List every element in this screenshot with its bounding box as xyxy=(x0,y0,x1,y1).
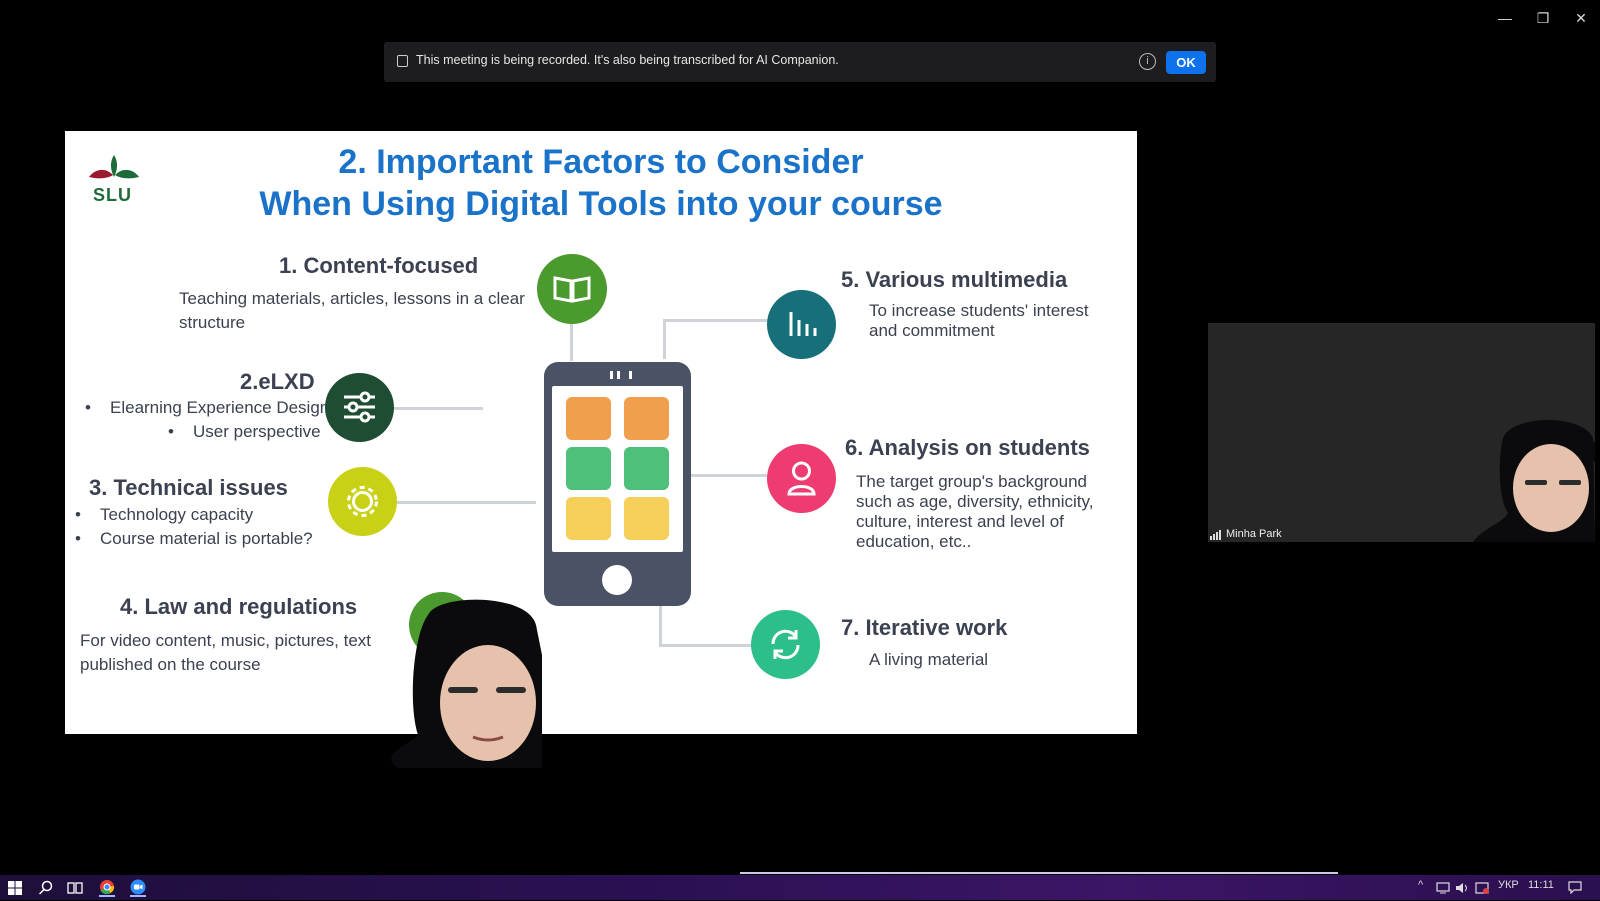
language-indicator[interactable]: УКР xyxy=(1498,879,1519,891)
bar-chart-icon xyxy=(767,290,836,359)
item3-bullet1: Technology capacity xyxy=(100,505,254,524)
copy-icon xyxy=(397,55,408,67)
item6-body: The target group's background such as ag… xyxy=(856,472,1094,551)
item4-body: For video content, music, pictures, text… xyxy=(80,631,372,674)
recording-message: This meeting is being recorded. It's als… xyxy=(416,53,839,67)
tray-chevron-icon[interactable]: ^ xyxy=(1418,879,1423,891)
windows-start-icon[interactable] xyxy=(8,881,22,895)
item7-body: A living material xyxy=(869,650,989,669)
item3-heading: 3. Technical issues xyxy=(89,475,288,500)
info-icon[interactable]: i xyxy=(1139,53,1156,70)
search-icon[interactable] xyxy=(38,880,54,896)
volume-icon[interactable] xyxy=(1455,881,1469,893)
recording-tray-icon[interactable] xyxy=(1475,881,1489,894)
recording-banner: This meeting is being recorded. It's als… xyxy=(384,42,1216,82)
item5-heading: 5. Various multimedia xyxy=(841,267,1068,292)
close-button[interactable]: ✕ xyxy=(1566,8,1596,28)
clock[interactable]: 11:11 xyxy=(1528,879,1554,891)
zoom-icon[interactable] xyxy=(130,879,146,897)
self-view-video xyxy=(368,595,542,768)
participant-name: Minha Park xyxy=(1226,528,1282,540)
item7-heading: 7. Iterative work xyxy=(841,615,1008,640)
item2-heading: 2.eLXD xyxy=(240,369,315,394)
network-icon[interactable] xyxy=(1436,881,1450,894)
item6-heading: 6. Analysis on students xyxy=(845,435,1090,460)
book-icon xyxy=(537,254,607,324)
item5-body: To increase students' interest and commi… xyxy=(869,301,1089,340)
taskbar: ^ УКР 11:11 xyxy=(0,875,1600,900)
item2-bullet2: User perspective xyxy=(193,422,321,441)
task-view-icon[interactable] xyxy=(67,881,83,895)
item1-heading: 1. Content-focused xyxy=(279,253,479,278)
item1-body: Teaching materials, articles, lessons in… xyxy=(179,289,525,332)
ok-button[interactable]: OK xyxy=(1166,51,1206,74)
phone-illustration xyxy=(544,362,691,606)
minimize-button[interactable]: — xyxy=(1490,8,1520,28)
gear-icon xyxy=(328,467,397,536)
participant-video xyxy=(1473,420,1595,542)
sliders-icon xyxy=(325,373,394,442)
item2-bullet1: Elearning Experience Design xyxy=(110,398,330,417)
slide-title-line1: 2. Important Factors to Consider xyxy=(338,143,864,181)
restore-button[interactable]: ❐ xyxy=(1528,8,1558,28)
person-icon xyxy=(767,444,836,513)
slide-title-line2: When Using Digital Tools into your cours… xyxy=(259,185,943,223)
item3-bullet2: Course material is portable? xyxy=(100,529,313,548)
participant-video-tile[interactable]: Minha Park xyxy=(1208,323,1595,542)
refresh-icon xyxy=(751,610,820,679)
signal-icon xyxy=(1210,527,1224,540)
item4-heading: 4. Law and regulations xyxy=(120,594,358,619)
notifications-icon[interactable] xyxy=(1568,881,1582,895)
chrome-icon[interactable] xyxy=(99,879,115,897)
presentation-slide: SLU 2. Important Factors to Consider Whe… xyxy=(65,131,1137,734)
